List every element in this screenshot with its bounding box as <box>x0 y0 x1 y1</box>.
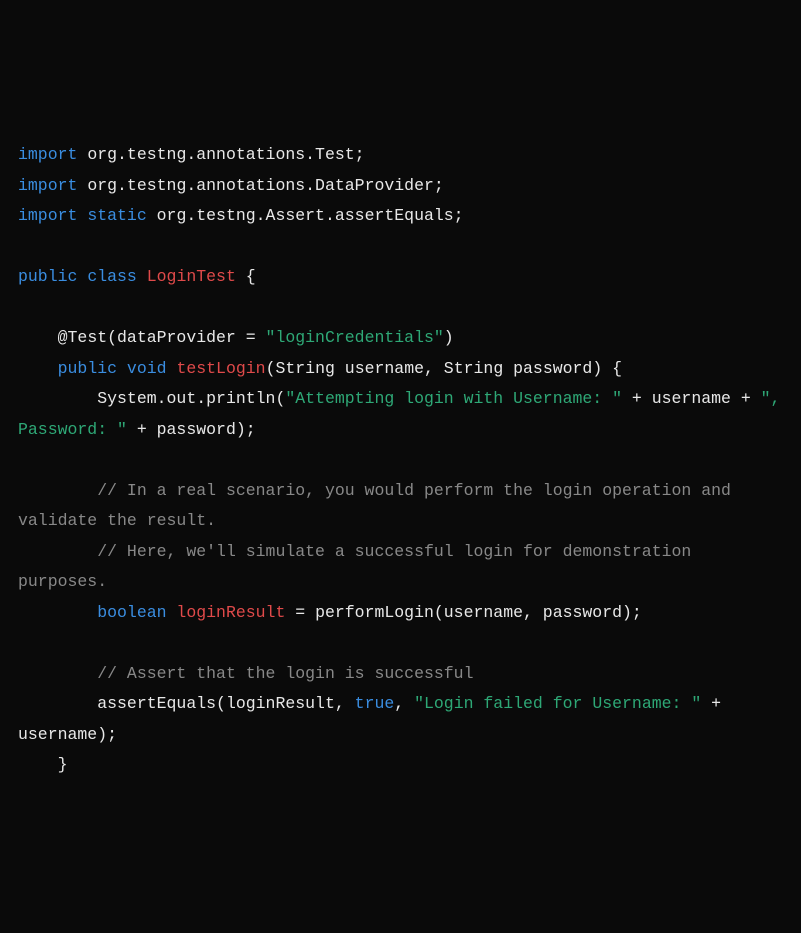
keyword-import: import <box>18 145 77 164</box>
method-name: testLogin <box>176 359 265 378</box>
statement: assertEquals(loginResult, <box>97 694 354 713</box>
operator: + password); <box>127 420 256 439</box>
code-editor: import org.testng.annotations.Test;impor… <box>18 140 783 781</box>
indent <box>18 328 58 347</box>
code-line: import static org.testng.Assert.assertEq… <box>18 201 783 232</box>
variable-name: loginResult <box>167 603 286 622</box>
string-literal: "loginCredentials" <box>266 328 444 347</box>
comment: // Assert that the login is successful <box>97 664 473 683</box>
class-name: LoginTest <box>147 267 236 286</box>
indent <box>18 481 97 500</box>
boolean-literal: true <box>355 694 395 713</box>
code-line: @Test(dataProvider = "loginCredentials") <box>18 323 783 354</box>
blank-line <box>18 232 783 263</box>
code-line: } <box>18 750 783 781</box>
keyword-class: class <box>77 267 146 286</box>
indent <box>18 359 58 378</box>
comma: , <box>394 694 414 713</box>
keyword-boolean: boolean <box>97 603 166 622</box>
blank-line <box>18 445 783 476</box>
code-line: public void testLogin(String username, S… <box>18 354 783 385</box>
paren: ) <box>444 328 454 347</box>
indent <box>18 389 97 408</box>
code-line: // In a real scenario, you would perform… <box>18 476 783 537</box>
indent <box>18 542 97 561</box>
statement: System.out.println( <box>97 389 285 408</box>
code-line: boolean loginResult = performLogin(usern… <box>18 598 783 629</box>
code-line: System.out.println("Attempting login wit… <box>18 384 783 445</box>
indent <box>18 694 97 713</box>
string-literal: "Login failed for Username: " <box>414 694 701 713</box>
brace: } <box>58 755 68 774</box>
statement: = performLogin(username, password); <box>285 603 641 622</box>
comment: // Here, we'll simulate a successful log… <box>18 542 701 592</box>
code-line: // Here, we'll simulate a successful log… <box>18 537 783 598</box>
keyword-void: void <box>117 359 176 378</box>
brace: { <box>236 267 256 286</box>
package-path: org.testng.annotations.Test; <box>77 145 364 164</box>
code-line: public class LoginTest { <box>18 262 783 293</box>
operator: + username + <box>622 389 761 408</box>
annotation: @Test(dataProvider = <box>58 328 266 347</box>
keyword-import: import <box>18 206 77 225</box>
code-line: assertEquals(loginResult, true, "Login f… <box>18 689 783 750</box>
keyword-public: public <box>18 267 77 286</box>
blank-line <box>18 628 783 659</box>
indent <box>18 603 97 622</box>
keyword-static: static <box>77 206 146 225</box>
package-path: org.testng.annotations.DataProvider; <box>77 176 443 195</box>
string-literal: "Attempting login with Username: " <box>285 389 622 408</box>
keyword-import: import <box>18 176 77 195</box>
indent <box>18 755 58 774</box>
code-line: import org.testng.annotations.Test; <box>18 140 783 171</box>
package-path: org.testng.Assert.assertEquals; <box>147 206 464 225</box>
keyword-public: public <box>58 359 117 378</box>
indent <box>18 664 97 683</box>
code-line: // Assert that the login is successful <box>18 659 783 690</box>
blank-line <box>18 293 783 324</box>
comment: // In a real scenario, you would perform… <box>18 481 741 531</box>
params: (String username, String password) { <box>266 359 622 378</box>
code-line: import org.testng.annotations.DataProvid… <box>18 171 783 202</box>
